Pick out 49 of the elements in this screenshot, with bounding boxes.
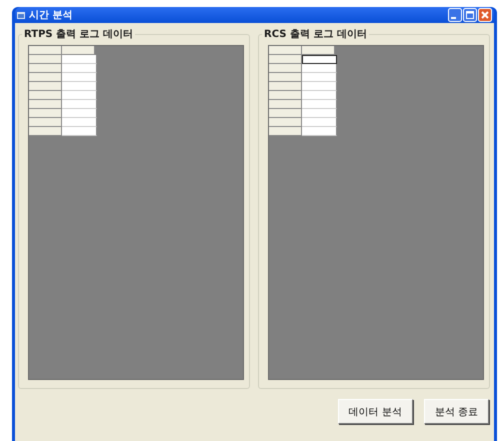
row-header-cell[interactable] bbox=[29, 118, 62, 127]
grid-cell[interactable] bbox=[62, 73, 97, 82]
group-title: RCS 출력 로그 데이터 bbox=[263, 28, 368, 41]
grid-cell[interactable] bbox=[302, 127, 337, 136]
row-header-cell[interactable] bbox=[29, 109, 62, 118]
row-header-cell[interactable] bbox=[29, 55, 62, 64]
grid-cell[interactable] bbox=[62, 91, 97, 100]
row-header-cell[interactable] bbox=[29, 127, 62, 136]
grid-cell[interactable] bbox=[62, 109, 97, 118]
row-header-cell[interactable] bbox=[29, 82, 62, 91]
row-header-cell[interactable] bbox=[269, 127, 302, 136]
grid-cell[interactable] bbox=[302, 100, 337, 109]
column-header-cell[interactable] bbox=[62, 46, 95, 55]
row-header-cell[interactable] bbox=[269, 55, 302, 64]
row-header-cell[interactable] bbox=[29, 64, 62, 73]
corner-header-cell bbox=[29, 46, 62, 55]
maximize-icon[interactable] bbox=[463, 8, 477, 22]
row-header-cell[interactable] bbox=[29, 100, 62, 109]
grid-cell[interactable] bbox=[302, 64, 337, 73]
action-button[interactable]: 분석 종료 bbox=[424, 399, 489, 424]
grid-cell[interactable] bbox=[302, 82, 337, 91]
group-title: RTPS 출력 로그 데이터 bbox=[23, 28, 134, 41]
grid-cell[interactable] bbox=[302, 118, 337, 127]
grid-cell[interactable] bbox=[302, 73, 337, 82]
row-header-cell[interactable] bbox=[29, 73, 62, 82]
grid-cell[interactable] bbox=[302, 109, 337, 118]
grid-cell[interactable] bbox=[62, 127, 97, 136]
row-header-cell[interactable] bbox=[269, 109, 302, 118]
grid-cell[interactable] bbox=[62, 64, 97, 73]
grid-cell[interactable] bbox=[62, 55, 97, 64]
action-button[interactable]: 데이터 분석 bbox=[338, 399, 413, 424]
grid-cell[interactable] bbox=[302, 55, 337, 64]
row-header-cell[interactable] bbox=[269, 118, 302, 127]
minimize-icon[interactable] bbox=[448, 8, 462, 22]
grid-cell[interactable] bbox=[62, 118, 97, 127]
row-header-cell[interactable] bbox=[29, 91, 62, 100]
window-title: 시간 분석 bbox=[29, 9, 72, 22]
app-icon bbox=[17, 12, 25, 18]
row-header-cell[interactable] bbox=[269, 91, 302, 100]
grid-cell[interactable] bbox=[62, 82, 97, 91]
close-icon[interactable] bbox=[478, 8, 492, 22]
column-header-cell[interactable] bbox=[302, 46, 335, 55]
row-header-cell[interactable] bbox=[269, 82, 302, 91]
row-header-cell[interactable] bbox=[269, 100, 302, 109]
corner-header-cell bbox=[269, 46, 302, 55]
grid-cell[interactable] bbox=[62, 100, 97, 109]
row-header-cell[interactable] bbox=[269, 64, 302, 73]
row-header-cell[interactable] bbox=[269, 73, 302, 82]
grid-cell[interactable] bbox=[302, 91, 337, 100]
